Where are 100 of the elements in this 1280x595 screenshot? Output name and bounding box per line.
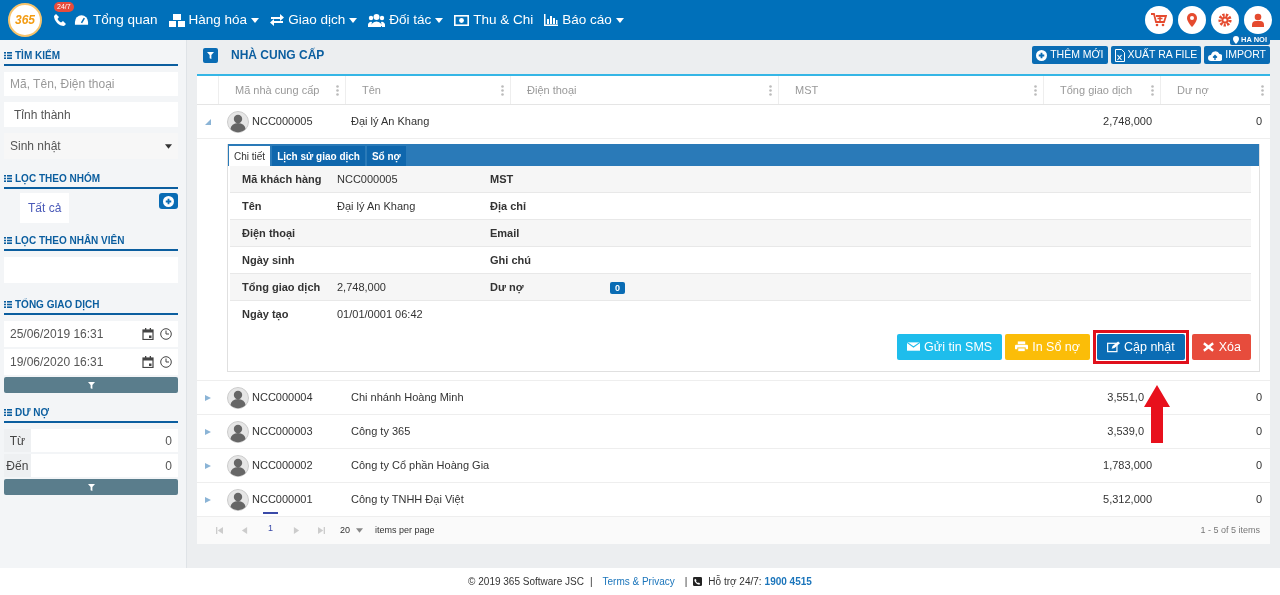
group-item[interactable]: Tất cả — [20, 193, 70, 223]
column-menu-icon — [1151, 84, 1154, 96]
expand-arrow-icon[interactable] — [204, 428, 211, 435]
list-icon — [4, 409, 12, 416]
field-value: NCC000005 — [337, 172, 398, 185]
expand-arrow-icon[interactable] — [204, 496, 211, 503]
table-cell-text: NCC000004 — [252, 390, 313, 406]
avatar-icon — [227, 420, 249, 443]
detail-tab[interactable]: Chi tiết — [229, 146, 271, 166]
column-menu-icon — [1034, 84, 1037, 96]
expand-arrow-icon[interactable] — [204, 394, 211, 401]
page-size-select[interactable]: 20 — [340, 523, 364, 538]
column-header[interactable]: Mã nhà cung cấp — [235, 81, 320, 99]
printer-icon — [1015, 341, 1029, 353]
last-page-icon[interactable] — [318, 527, 325, 534]
expand-arrow-icon[interactable] — [204, 462, 211, 469]
table-cell: Đại lý An Khang — [351, 115, 430, 128]
field-label: Mã khách hàng — [242, 171, 323, 187]
menu-item[interactable]: Hàng hóa — [168, 9, 260, 31]
column-header[interactable]: Tổng giao dịch — [1060, 81, 1133, 99]
cart-button[interactable] — [1145, 6, 1173, 34]
action-button[interactable]: THÊM MỚI — [1032, 46, 1108, 64]
support-label: Hỗ trợ 24/7: — [708, 574, 762, 589]
filter-icon — [207, 51, 214, 59]
range-label: Từ — [4, 429, 31, 452]
range-field[interactable]: 0 — [30, 454, 178, 477]
table-cell: 3,551,0 — [1107, 391, 1144, 404]
collapse-arrow-icon[interactable] — [204, 118, 211, 125]
list-icon — [4, 237, 12, 244]
map-pin-icon — [1184, 13, 1200, 27]
field-value: 2,748,000 — [337, 280, 386, 293]
page-number[interactable]: 1 — [263, 511, 278, 536]
delete-button[interactable]: Xóa — [1191, 334, 1251, 360]
field-label: MST — [490, 171, 515, 187]
detail-tab[interactable]: Sổ nợ — [366, 146, 406, 166]
clock-icon — [160, 328, 172, 340]
add-group-button[interactable] — [159, 193, 178, 209]
menu-item[interactable]: Thu & Chi — [454, 9, 534, 31]
phone-icon — [693, 577, 703, 586]
column-header[interactable]: Tên — [362, 81, 381, 99]
calendar-icon — [142, 356, 154, 368]
table-cell: 0 — [1255, 425, 1262, 438]
menu-item[interactable]: Báo cáo — [544, 9, 624, 31]
menu-item[interactable]: Tổng quan — [74, 9, 158, 31]
settings-button[interactable] — [1211, 6, 1239, 34]
province-field[interactable]: Tỉnh thành — [4, 102, 178, 127]
cart-icon — [1151, 13, 1167, 27]
caret-icon — [356, 528, 364, 533]
column-menu-icon — [501, 84, 504, 96]
pager-summary: 1 - 5 of 5 items — [1200, 523, 1260, 537]
avatar-icon — [227, 488, 249, 511]
next-page-icon[interactable] — [293, 527, 300, 534]
field-label: Ngày tạo — [242, 307, 290, 323]
users-icon — [368, 13, 386, 27]
separator: | — [684, 575, 688, 589]
action-button[interactable]: XUẤT RA FILE — [1110, 46, 1202, 64]
page-size-label: items per page — [375, 523, 435, 537]
terms-link[interactable]: Terms & Privacy — [602, 574, 675, 589]
date-field[interactable]: 19/06/2020 16:31 — [4, 349, 178, 375]
map-pin-icon — [1232, 36, 1239, 44]
phone-icon — [54, 14, 66, 26]
bar-chart-icon — [544, 14, 559, 26]
list-icon — [4, 175, 12, 182]
range-field[interactable]: 0 — [30, 429, 178, 452]
field-label: Điện thoại — [242, 225, 297, 242]
close-icon — [1201, 341, 1215, 353]
search-field[interactable]: Mã, Tên, Điện thoại — [4, 72, 178, 96]
support-phone: 1900 4515 — [764, 575, 812, 589]
table-cell: 2,748,000 — [1103, 115, 1152, 128]
action-button[interactable]: IMPORT — [1204, 46, 1270, 64]
avatar-icon — [227, 110, 249, 133]
plus-icon — [163, 195, 174, 207]
table-cell: 3,539,0 — [1107, 425, 1144, 438]
first-page-icon[interactable] — [216, 527, 223, 534]
plus-icon — [1036, 49, 1048, 61]
menu-item[interactable]: Giao dịch — [270, 9, 358, 31]
column-header[interactable]: Điện thoại — [527, 81, 577, 99]
detail-tab[interactable]: Lịch sử giao dịch — [272, 146, 365, 166]
user-icon — [1250, 13, 1266, 27]
birthday-select[interactable]: Sinh nhật — [4, 133, 178, 159]
menu-item[interactable]: Đối tác — [368, 9, 444, 31]
location-button[interactable] — [1178, 6, 1206, 34]
filter-icon — [87, 381, 95, 389]
update-button[interactable]: Cập nhật — [1097, 334, 1185, 360]
section-title: LỌC THEO NHÂN VIÊN — [15, 233, 125, 248]
field-label: Tên — [242, 198, 263, 214]
account-button[interactable] — [1244, 6, 1272, 34]
table-cell: 0 — [1255, 115, 1262, 128]
settings-icon — [1217, 13, 1233, 27]
column-header[interactable]: Dư nợ — [1177, 81, 1209, 99]
table-cell: 0 — [1255, 493, 1262, 506]
filter-toggle[interactable] — [203, 47, 218, 63]
table-cell-text: NCC000002 — [252, 458, 313, 474]
date-field[interactable]: 25/06/2019 16:31 — [4, 321, 178, 347]
clock-icon — [160, 356, 172, 368]
previous-page-icon[interactable] — [241, 527, 248, 534]
section-title: TÌM KIẾM — [15, 48, 60, 63]
spreadsheet-icon — [1114, 48, 1125, 62]
column-header[interactable]: MST — [795, 81, 819, 99]
pointer-arrow — [1144, 385, 1170, 443]
